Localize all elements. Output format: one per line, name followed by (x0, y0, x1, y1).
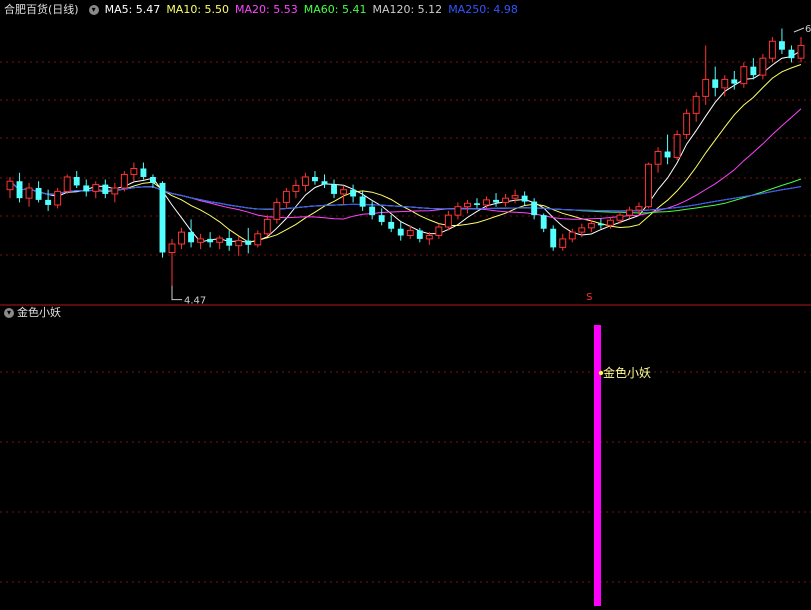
candle-body-down (149, 176, 156, 183)
candle-body-up (578, 227, 586, 233)
candle-body-up (768, 40, 776, 59)
ma250-line (9, 180, 802, 212)
candle-body-up (587, 223, 595, 229)
candle-body-down (369, 206, 376, 216)
candle-body-down (226, 238, 233, 246)
candle-body-up (273, 201, 281, 220)
candle-body-up (6, 180, 14, 191)
candle-body-down (597, 223, 604, 226)
candle-body-up (683, 112, 691, 136)
candle-body-up (721, 78, 729, 89)
candle-body-down (45, 199, 52, 205)
candle-body-up (254, 233, 262, 246)
high-annotation-arrow (793, 27, 805, 33)
candle-body-down (321, 181, 328, 185)
candle-body-up (616, 214, 624, 221)
candle-body-down (731, 79, 738, 84)
candle-body-down (750, 66, 757, 76)
candle-body-up (759, 57, 767, 76)
candle-body-down (540, 215, 547, 229)
candle-body-down (521, 195, 528, 202)
candle-body-down (350, 189, 357, 197)
candle-body-down (531, 201, 538, 216)
candle-body-up (511, 195, 519, 199)
candle-body-up (454, 206, 462, 216)
candle-body-up (197, 238, 205, 243)
candle-body-down (188, 232, 195, 243)
candle-body-up (626, 209, 633, 216)
low-price-label: 4.47 (184, 296, 206, 307)
candle-body-up (282, 190, 290, 203)
candle-body-down (359, 196, 366, 207)
candle-body-down (712, 79, 719, 88)
candle-body-up (740, 66, 748, 85)
candle-body-down (388, 221, 395, 229)
candle-body-down (493, 199, 499, 203)
candle-body-up (92, 184, 100, 192)
candle-body-up (406, 229, 414, 237)
candle-body-up (635, 206, 643, 211)
signal-mark: S (586, 292, 592, 303)
candle-body-up (559, 238, 567, 248)
candle-body-down (550, 228, 557, 248)
candle-body-up (702, 78, 710, 97)
candle-body-up (425, 235, 433, 240)
candle-body-up (301, 176, 309, 186)
ma5-line (9, 50, 802, 243)
candle-body-up (483, 199, 490, 206)
candle-body-down (778, 41, 785, 50)
stock-chart: 4.47 6 S 金色小妖 (0, 24, 811, 606)
ma20-line (9, 108, 802, 220)
high-price-label: 6 (805, 24, 811, 35)
candle-body-down (397, 228, 404, 236)
candle-body-down (312, 176, 318, 182)
candle-body-up (463, 202, 471, 208)
candle-body-up (130, 167, 138, 175)
candle-body-up (120, 173, 128, 189)
candle-body-down (83, 185, 90, 192)
candle-body-up (692, 95, 700, 114)
candle-body-up (25, 187, 33, 199)
candle-body-down (102, 184, 109, 194)
candle-body-down (331, 184, 337, 194)
candle-body-down (474, 203, 480, 205)
candle-body-up (568, 231, 576, 240)
candle-body-down (35, 188, 42, 200)
candle-body-down (378, 215, 385, 222)
low-annotation-arrow (171, 285, 183, 301)
signal-bar (594, 325, 601, 606)
candle-body-down (207, 238, 214, 243)
candle-body-down (416, 230, 423, 239)
candle-body-up (673, 134, 681, 158)
candle-body-down (140, 168, 147, 177)
candle-body-up (54, 190, 62, 206)
candle-body-up (606, 219, 614, 226)
candle-body-up (435, 226, 443, 237)
candle-body-up (340, 189, 348, 195)
candle-body-up (168, 243, 176, 253)
candle-body-down (664, 151, 671, 158)
candle-body-up (235, 240, 243, 247)
signal-label: 金色小妖 (603, 365, 651, 380)
candle-body-down (245, 240, 252, 245)
candle-body-up (111, 187, 119, 195)
candle-body-down (16, 181, 23, 199)
candle-body-up (292, 184, 300, 192)
candle-body-up (216, 237, 224, 243)
candle-body-down (73, 176, 80, 186)
candle-body-up (502, 197, 510, 203)
candle-body-down (788, 49, 795, 59)
candle-body-up (263, 218, 271, 235)
candle-body-down (159, 182, 166, 253)
candle-body-up (178, 231, 185, 245)
candle-body-up (645, 163, 652, 208)
candle-body-up (654, 151, 662, 165)
candle-body-up (797, 44, 805, 59)
candle-body-up (444, 214, 452, 228)
candle-body-up (63, 176, 71, 192)
